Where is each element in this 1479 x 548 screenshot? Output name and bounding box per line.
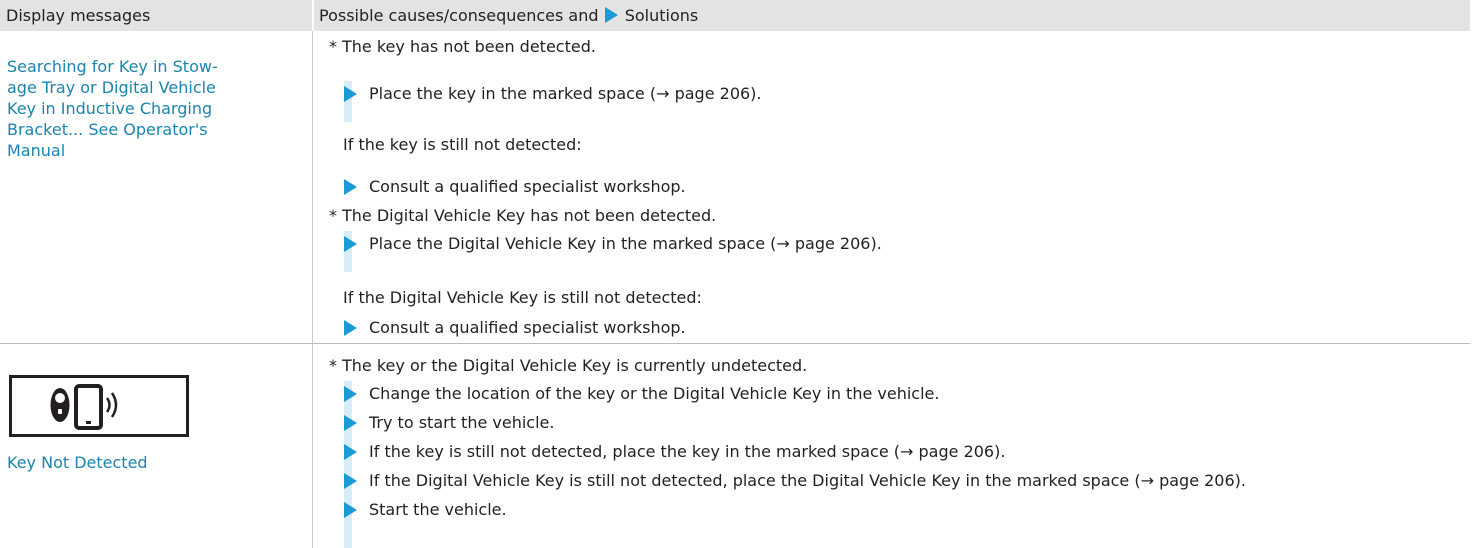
note-text: If the key is still not detected: xyxy=(343,135,582,154)
column-divider xyxy=(312,31,313,548)
cause-bullet: * xyxy=(329,206,337,225)
key-phone-signal-graphic xyxy=(50,384,118,430)
solution-arrow-icon xyxy=(344,386,357,402)
key-phone-signal-icon xyxy=(9,375,189,437)
header-causes-solutions: Possible causes/consequences and Solutio… xyxy=(319,0,698,31)
solution-arrow-icon xyxy=(344,86,357,102)
message-line: Manual xyxy=(7,141,66,160)
solution-arrow-icon xyxy=(344,502,357,518)
cause-text: The Digital Vehicle Key has not been det… xyxy=(342,206,717,225)
solution-arrow-icon xyxy=(344,444,357,460)
message-line: age Tray or Digital Vehicle xyxy=(7,78,216,97)
solution-text: Try to start the vehicle. xyxy=(369,413,555,432)
solution-arrow-icon xyxy=(344,415,357,431)
solution-arrow-icon xyxy=(344,179,357,195)
message-line: Searching for Key in Stow- xyxy=(7,57,218,76)
cause-bullet: * xyxy=(329,356,337,375)
solution-text: Change the location of the key or the Di… xyxy=(369,384,940,403)
cause-text: The key or the Digital Vehicle Key is cu… xyxy=(342,356,808,375)
solution-text: If the Digital Vehicle Key is still not … xyxy=(369,471,1246,490)
message-line: Key in Inductive Charging xyxy=(7,99,213,118)
solution-text: Place the Digital Vehicle Key in the mar… xyxy=(369,234,882,253)
table-header: Display messages Possible causes/consequ… xyxy=(0,0,1470,31)
solution-arrow-icon xyxy=(344,320,357,336)
solution-text: If the key is still not detected, place … xyxy=(369,442,1006,461)
note-text: If the Digital Vehicle Key is still not … xyxy=(343,288,702,307)
row-divider xyxy=(0,343,1470,344)
display-message-key-not-detected: Key Not Detected xyxy=(7,453,148,472)
solution-arrow-icon xyxy=(344,236,357,252)
solution-arrow-icon xyxy=(344,473,357,489)
message-line: Bracket... See Operator's xyxy=(7,120,208,139)
header-causes-text: Possible causes/consequences and xyxy=(319,6,599,25)
display-messages-table: Display messages Possible causes/consequ… xyxy=(0,0,1470,548)
header-solutions-text: Solutions xyxy=(624,6,699,25)
solution-bar xyxy=(344,381,352,548)
header-divider xyxy=(312,0,314,31)
solution-text: Consult a qualified specialist workshop. xyxy=(369,318,686,337)
solution-text: Place the key in the marked space (→ pag… xyxy=(369,84,762,103)
solution-text: Start the vehicle. xyxy=(369,500,507,519)
display-message-searching-for-key: Searching for Key in Stow- age Tray or D… xyxy=(7,56,307,161)
header-display-messages: Display messages xyxy=(6,6,151,25)
solution-text: Consult a qualified specialist workshop. xyxy=(369,177,686,196)
cause-bullet: * xyxy=(329,37,337,56)
cause-text: The key has not been detected. xyxy=(342,37,596,56)
solution-arrow-icon xyxy=(604,7,618,23)
